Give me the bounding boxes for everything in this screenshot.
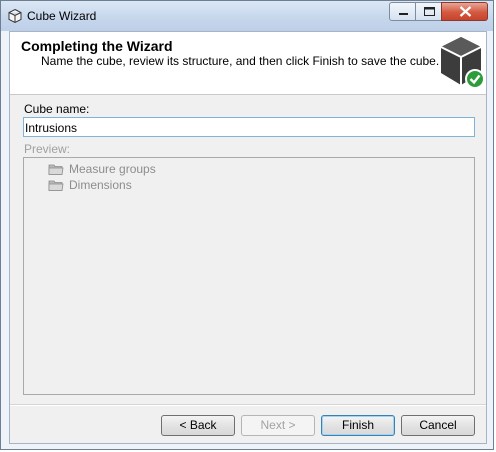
cube-name-input[interactable] bbox=[23, 117, 475, 137]
maximize-icon bbox=[424, 7, 435, 16]
preview-label: Preview: bbox=[24, 142, 71, 156]
preview-tree[interactable]: Measure groups Dimensions bbox=[23, 157, 475, 395]
wizard-header: Completing the Wizard Name the cube, rev… bbox=[10, 32, 486, 95]
cancel-button[interactable]: Cancel bbox=[401, 415, 475, 436]
folder-icon bbox=[48, 180, 64, 191]
title-bar[interactable]: Cube Wizard bbox=[1, 1, 493, 31]
cube-complete-icon bbox=[440, 37, 485, 89]
minimize-button[interactable] bbox=[389, 2, 416, 21]
maximize-button[interactable] bbox=[415, 2, 442, 21]
close-icon bbox=[459, 6, 472, 17]
wizard-client-area: Completing the Wizard Name the cube, rev… bbox=[9, 31, 487, 444]
tree-item-label: Measure groups bbox=[69, 162, 156, 176]
cube-name-label: Cube name: bbox=[24, 102, 90, 116]
back-button[interactable]: < Back bbox=[161, 415, 235, 436]
tree-item-label: Dimensions bbox=[69, 178, 132, 192]
page-subtitle: Name the cube, review its structure, and… bbox=[41, 54, 440, 68]
window-title: Cube Wizard bbox=[27, 9, 97, 23]
next-button[interactable]: Next > bbox=[241, 415, 315, 436]
finish-button[interactable]: Finish bbox=[321, 415, 395, 436]
footer-divider bbox=[10, 404, 486, 406]
close-button[interactable] bbox=[441, 2, 488, 21]
page-title: Completing the Wizard bbox=[21, 38, 173, 54]
cube-wizard-window: Cube Wizard Completing the Wizard Name t… bbox=[0, 0, 494, 450]
minimize-icon bbox=[399, 13, 408, 15]
cube-icon bbox=[8, 8, 22, 24]
folder-icon bbox=[48, 164, 64, 175]
